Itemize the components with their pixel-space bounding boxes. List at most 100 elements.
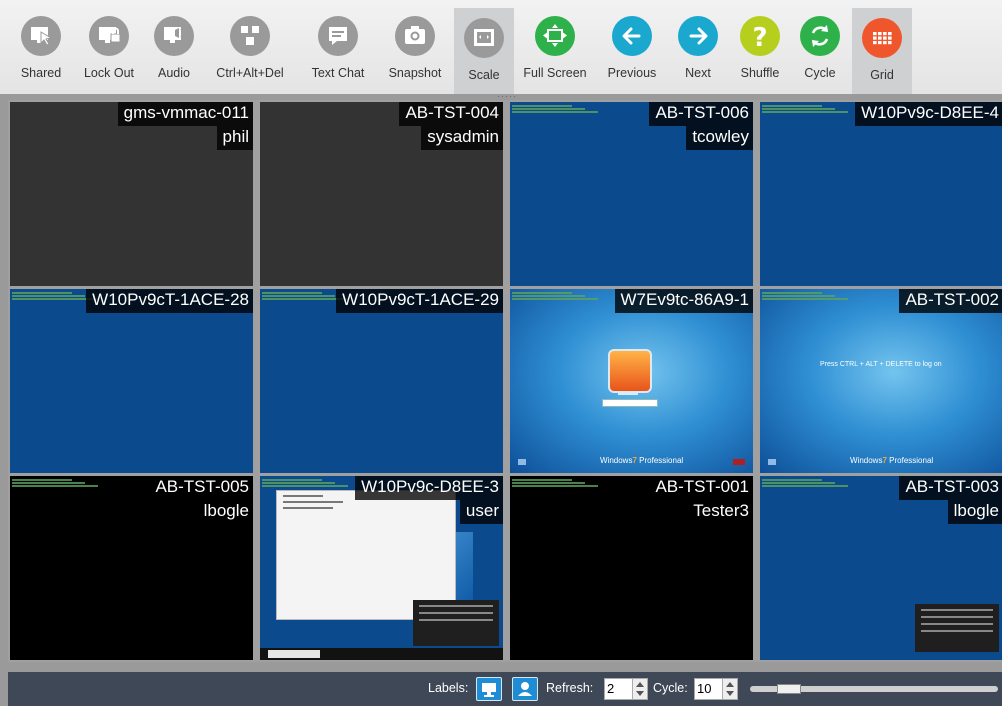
text-chat-icon [318, 16, 358, 56]
zoom-slider-thumb[interactable] [777, 684, 801, 694]
tile-hostname: W10Pv9c-D8EE-4 [855, 102, 1002, 126]
tile-label: AB-TST-006 tcowley [649, 102, 753, 150]
previous-icon [612, 16, 652, 56]
login-username [618, 392, 638, 395]
console-text [762, 478, 852, 488]
grid-button[interactable]: Grid [852, 8, 912, 94]
tile-label: AB-TST-005 lbogle [149, 476, 253, 524]
toolbar-button-label: Lock Out [83, 66, 135, 80]
defender-notification [413, 600, 499, 646]
grid-icon [862, 18, 902, 58]
lock-out-button[interactable]: Lock Out [78, 6, 140, 94]
tile-username: user [459, 500, 503, 524]
tile-username: Tester3 [687, 500, 753, 524]
footer-bar: Labels: Refresh: 2 Cycle: 10 [8, 672, 1002, 706]
tile-username: lbogle [947, 500, 1002, 524]
next-button[interactable]: Next [670, 6, 726, 94]
tile-label: W10Pv9cT-1ACE-29 [336, 289, 503, 313]
remote-screen-tile[interactable]: W10Pv9c-D8EE-4 [760, 102, 1002, 286]
stepper-arrows-icon[interactable] [722, 679, 737, 699]
windows-logo: Windows7 Professional [850, 456, 934, 465]
console-text [512, 478, 602, 488]
cycle-button[interactable]: Cycle [792, 6, 848, 94]
snapshot-button[interactable]: Snapshot [382, 6, 448, 94]
scale-icon [464, 18, 504, 58]
toolbar-button-label: Text Chat [311, 66, 365, 80]
text-chat-button[interactable]: Text Chat [304, 6, 372, 94]
refresh-value: 2 [607, 681, 615, 696]
remote-screen-tile[interactable]: Press CTRL + ALT + DELETE to log on Windo… [760, 289, 1002, 473]
next-icon [678, 16, 718, 56]
windows-logo: Windows7 Professional [600, 456, 684, 465]
tile-label: AB-TST-003 lbogle [899, 476, 1002, 524]
shutdown-icon [733, 459, 745, 465]
toolbar-button-label: Previous [607, 66, 657, 80]
remote-screen-tile[interactable]: W10Pv9cT-1ACE-29 [260, 289, 503, 473]
tile-hostname: W10Pv9c-D8EE-3 [355, 476, 503, 500]
remote-screen-tile[interactable]: AB-TST-006 tcowley [510, 102, 753, 286]
tile-username: sysadmin [421, 126, 503, 150]
tile-hostname: gms-vmmac-011 [117, 102, 253, 126]
shared-button[interactable]: Shared [10, 6, 72, 94]
remote-screen-tile[interactable]: gms-vmmac-011 phil [10, 102, 253, 286]
svg-text:?: ? [752, 23, 767, 53]
ctrl-alt-del-button[interactable]: Ctrl+Alt+Del [206, 6, 294, 94]
refresh-stepper[interactable]: 2 [604, 678, 648, 700]
defender-notification [915, 604, 999, 652]
remote-screen-tile[interactable]: AB-TST-004 sysadmin [260, 102, 503, 286]
ctrl-alt-del-icon [230, 16, 270, 56]
cad-prompt: Press CTRL + ALT + DELETE to log on [820, 361, 942, 368]
tile-label: gms-vmmac-011 phil [117, 102, 253, 150]
toolbar-button-label: Snapshot [388, 66, 442, 80]
full-screen-button[interactable]: Full Screen [516, 6, 594, 94]
labels-label: Labels: [428, 681, 469, 695]
tile-username: lbogle [197, 500, 253, 524]
toolbar-button-label: Cycle [804, 66, 836, 80]
audio-icon [154, 16, 194, 56]
cycle-icon [800, 16, 840, 56]
audio-button[interactable]: Audio [146, 6, 202, 94]
previous-button[interactable]: Previous [600, 6, 664, 94]
scale-button[interactable]: Scale [454, 8, 514, 94]
toolbar-button-label: Ctrl+Alt+Del [216, 66, 284, 80]
remote-screen-tile[interactable]: W10Pv9cT-1ACE-28 [10, 289, 253, 473]
remote-screen-tile[interactable]: AB-TST-001 Tester3 [510, 476, 753, 660]
monitor-icon [482, 683, 496, 697]
tile-hostname: AB-TST-006 [649, 102, 753, 126]
cycle-value: 10 [697, 681, 712, 696]
console-text [512, 291, 602, 301]
ease-of-access-icon [518, 459, 526, 465]
remote-screen-tile[interactable]: W10Pv9c-D8EE-3 user [260, 476, 503, 660]
tile-hostname: W10Pv9cT-1ACE-28 [86, 289, 253, 313]
shuffle-icon: ? [740, 16, 780, 56]
console-text [762, 291, 852, 301]
remote-screen-tile[interactable]: AB-TST-005 lbogle [10, 476, 253, 660]
ease-of-access-icon [768, 459, 776, 465]
console-text [512, 104, 602, 114]
password-field [602, 399, 658, 407]
taskbar [260, 648, 503, 660]
toolbar-button-label: Scale [468, 68, 500, 82]
console-text [262, 478, 352, 488]
user-icon [518, 682, 532, 696]
label-computer-toggle[interactable] [476, 677, 502, 701]
user-avatar [608, 349, 652, 393]
label-user-toggle[interactable] [512, 677, 538, 701]
full-screen-icon [535, 16, 575, 56]
tile-hostname: W10Pv9cT-1ACE-29 [336, 289, 503, 313]
toolbar-collapse-handle[interactable]: ····· [497, 92, 517, 101]
toolbar: Shared Lock Out Audio Ctrl+Alt+Del Text Chat… [0, 0, 1002, 94]
shared-icon [21, 16, 61, 56]
toolbar-button-label: Audio [158, 66, 190, 80]
tile-label: AB-TST-004 sysadmin [399, 102, 503, 150]
zoom-slider[interactable] [750, 684, 998, 694]
remote-screen-tile[interactable]: AB-TST-003 lbogle [760, 476, 1002, 660]
cycle-stepper[interactable]: 10 [694, 678, 738, 700]
tile-hostname: AB-TST-003 [899, 476, 1002, 500]
toolbar-button-label: Shuffle [740, 66, 780, 80]
tile-label: W10Pv9c-D8EE-4 [855, 102, 1002, 126]
remote-screen-tile[interactable]: Windows7 Professional W7Ev9tc-86A9-1 [510, 289, 753, 473]
stepper-arrows-icon[interactable] [632, 679, 647, 699]
tile-label: W10Pv9c-D8EE-3 user [355, 476, 503, 524]
shuffle-button[interactable]: ? Shuffle [732, 6, 788, 94]
